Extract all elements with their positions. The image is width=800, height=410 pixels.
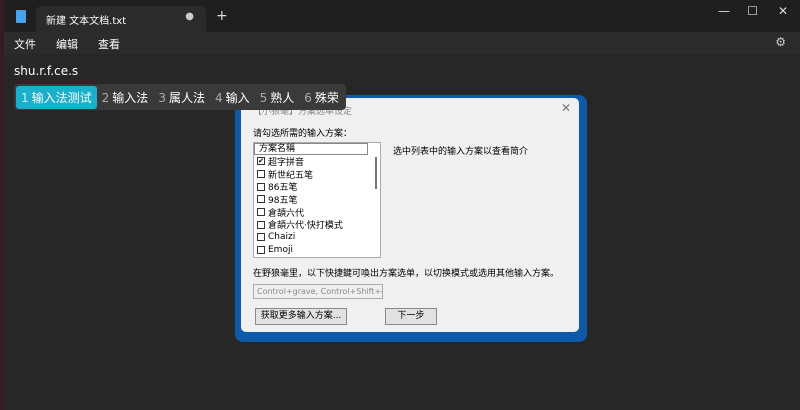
schema-label: 超字拼音 (268, 157, 305, 168)
schema-label: 倉頡六代·快打模式 (268, 221, 343, 232)
dialog-close-button[interactable]: ✕ (561, 101, 571, 115)
menu-bar: 文件 编辑 查看 ⚙ (4, 32, 800, 54)
checkbox[interactable] (257, 195, 265, 204)
candidate[interactable]: 2 输入法 (97, 86, 154, 109)
checkbox[interactable] (257, 246, 265, 255)
list-item[interactable]: 98五笔 (254, 193, 380, 206)
composition-text: shu.r.f.ce.s (14, 64, 79, 78)
list-item[interactable]: 小鶴双拼 (254, 256, 380, 258)
schema-label: Chaizi (268, 232, 296, 243)
tab-document[interactable]: 新建 文本文档.txt ● (36, 6, 206, 32)
next-button[interactable]: 下一步 (385, 308, 437, 325)
candidate[interactable]: 4 输入 (210, 86, 255, 109)
candidate[interactable]: 6 殊荣 (299, 86, 344, 109)
scrollbar[interactable] (375, 157, 377, 189)
unsaved-dot-icon[interactable]: ● (185, 11, 194, 22)
prompt-label: 请勾选所需的输入方案： (253, 129, 353, 139)
schema-label: 98五笔 (268, 195, 298, 206)
checkbox[interactable] (257, 220, 265, 229)
get-more-schemas-button[interactable]: 获取更多输入方案... (255, 308, 347, 325)
list-item[interactable]: 倉頡六代·快打模式 (254, 218, 380, 231)
candidate-bar: 1 输入法测试 2 输入法 3 属人法 4 输入 5 熟人 6 殊荣 (14, 84, 346, 110)
title-bar: 新建 文本文档.txt ● + — ☐ ✕ (4, 0, 800, 32)
minimize-button[interactable]: — (718, 4, 730, 18)
candidate[interactable]: 3 属人法 (153, 86, 210, 109)
checkbox[interactable] (257, 208, 265, 217)
candidate[interactable]: 1 输入法测试 (16, 85, 97, 109)
hotkeys-field[interactable]: Control+grave, Control+Shift+grave, (253, 284, 383, 299)
settings-gear-icon[interactable]: ⚙ (775, 35, 786, 49)
schema-label: 倉頡六代 (268, 208, 305, 219)
candidate[interactable]: 5 熟人 (255, 86, 300, 109)
checkbox[interactable] (257, 182, 265, 191)
schema-list[interactable]: 方案名稱 ✔ 超字拼音新世纪五笔 86五笔 98五笔倉頡六代倉頡六代·快打模式 Chai… (253, 142, 381, 258)
checkbox[interactable] (257, 170, 265, 179)
hotkey-note: 在野狼毫里，以下快捷鍵可喚出方案选单，以切换模式或选用其他输入方案。 (253, 269, 560, 279)
tab-title: 新建 文本文档.txt (46, 16, 127, 27)
maximize-button[interactable]: ☐ (747, 4, 758, 18)
checkbox[interactable] (257, 233, 265, 242)
dialog-frame: 【小狼毫】方案选单设定 ✕ 请勾选所需的输入方案： 方案名稱 ✔ 超字拼音 新世纪五… (235, 95, 587, 342)
checkbox[interactable]: ✔ (257, 157, 265, 166)
schema-label: 86五笔 (268, 183, 298, 194)
list-item[interactable]: 倉頡六代 (254, 206, 380, 219)
list-item[interactable]: Chaizi (254, 231, 380, 244)
menu-edit[interactable]: 编辑 (56, 36, 78, 51)
close-button[interactable]: ✕ (778, 4, 788, 18)
menu-file[interactable]: 文件 (14, 36, 36, 51)
list-item[interactable]: ✔ 超字拼音 (254, 155, 380, 168)
list-item[interactable]: 86五笔 (254, 180, 380, 193)
list-item[interactable]: 新世纪五笔 (254, 168, 380, 181)
schema-dialog: 【小狼毫】方案选单设定 ✕ 请勾选所需的输入方案： 方案名稱 ✔ 超字拼音 新世纪五… (241, 98, 579, 332)
schema-label: Emoji (268, 245, 293, 256)
new-tab-button[interactable]: + (216, 8, 228, 24)
schema-label: 小鶴双拼 (268, 256, 304, 257)
list-item[interactable]: Emoji (254, 244, 380, 257)
schema-label: 新世纪五笔 (268, 170, 314, 181)
schema-description: 选中列表中的输入方案以查看简介 (393, 147, 529, 157)
notepad-icon (16, 10, 26, 23)
list-header[interactable]: 方案名稱 (254, 143, 368, 155)
menu-view[interactable]: 查看 (98, 36, 120, 51)
